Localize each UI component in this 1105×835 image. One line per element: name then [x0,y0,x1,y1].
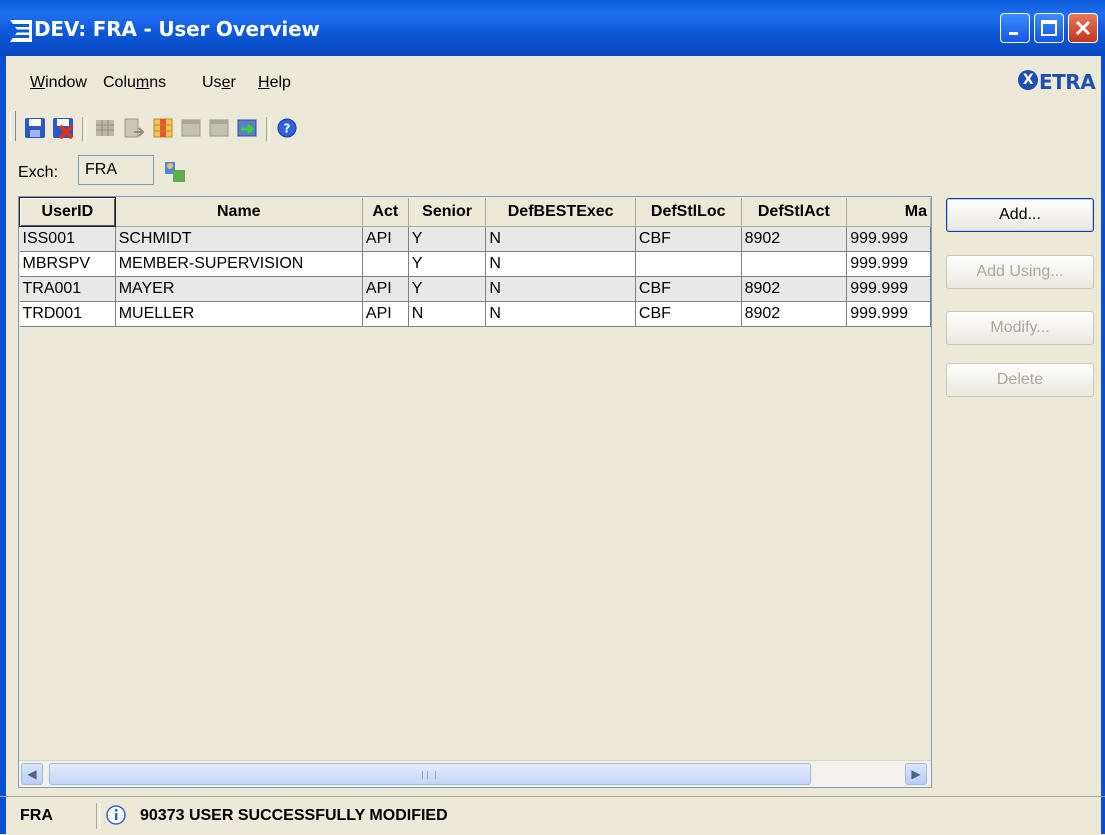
delete-button[interactable]: Delete [946,363,1094,397]
cell-senior: N [408,301,487,327]
status-separator [96,803,100,829]
cell-userid: ISS001 [19,226,116,252]
window-border-right [1101,56,1105,834]
menu-window[interactable]: Window [30,74,87,92]
close-button[interactable] [1068,13,1098,43]
refresh-icon[interactable] [236,117,258,139]
column-header-defbestexec[interactable]: DefBESTExec [485,197,636,227]
toolbar-separator [266,117,270,141]
column-header-ma[interactable]: Ma [846,197,931,227]
scroll-thumb[interactable] [49,763,811,785]
scroll-thumb-grip [422,771,436,779]
cell-act: API [362,276,409,302]
table-row[interactable]: TRD001 MUELLER API N N CBF 8902 999.999 [19,301,931,327]
cell-act: API [362,301,409,327]
window-icon[interactable] [208,117,230,139]
cell-ma: 999.999 [846,251,931,277]
cell-defbestexec: N [485,276,636,302]
save-icon[interactable] [24,117,46,139]
cell-defstlact: 8902 [741,276,848,302]
column-header-userid[interactable]: UserID [19,197,116,227]
cell-defbestexec: N [485,226,636,252]
maximize-button[interactable] [1034,13,1064,43]
save-close-icon[interactable] [52,117,74,139]
add-using-button[interactable]: Add Using... [946,255,1094,289]
status-message: 90373 USER SUCCESSFULLY MODIFIED [140,807,448,824]
column-header-defstlact[interactable]: DefStlAct [741,197,848,227]
grid-icon[interactable] [94,117,116,139]
cell-defstlloc [635,251,742,277]
help-icon[interactable]: ? [276,117,298,139]
cell-ma: 999.999 [846,226,931,252]
cell-name: MUELLER [115,301,363,327]
exchange-lookup-icon[interactable] [163,160,189,184]
title-bar[interactable]: DEV: FRA - User Overview [0,0,1105,56]
close-icon [1075,20,1091,36]
cell-userid: TRA001 [19,276,116,302]
cell-name: MAYER [115,276,363,302]
chevron-left-icon: ◀ [27,767,37,781]
cell-defbestexec: N [485,251,636,277]
exchange-field[interactable]: FRA [78,155,154,185]
user-grid: UserID Name Act Senior DefBESTExec DefSt… [19,197,931,327]
table-row[interactable]: TRA001 MAYER API Y N CBF 8902 999.999 [19,276,931,302]
column-header-act[interactable]: Act [362,197,409,227]
status-exchange: FRA [20,807,53,824]
status-bar: FRA 90373 USER SUCCESSFULLY MODIFIED [0,796,1105,835]
menu-help[interactable]: Help [258,74,291,92]
table-icon[interactable] [180,117,202,139]
chevron-right-icon: ▶ [911,767,921,781]
scroll-left-button[interactable]: ◀ [21,763,43,785]
table-row[interactable]: MBRSPV MEMBER-SUPERVISION Y N 999.999 [19,251,931,277]
scroll-right-button[interactable]: ▶ [905,763,927,785]
cell-senior: Y [408,226,487,252]
cell-defstlact: 8902 [741,226,848,252]
svg-text:?: ? [284,122,291,136]
cell-ma: 999.999 [846,301,931,327]
modify-button[interactable]: Modify... [946,311,1094,345]
cell-userid: MBRSPV [19,251,116,277]
cell-senior: Y [408,251,487,277]
column-header-name[interactable]: Name [115,197,363,227]
cell-defstlact [741,251,848,277]
xetra-x-icon: X [1018,70,1038,90]
exchange-label: Exch: [18,164,59,181]
info-icon [106,805,126,825]
minimize-button[interactable] [1000,13,1030,43]
cell-defstlact: 8902 [741,301,848,327]
window-title: DEV: FRA - User Overview [34,17,320,41]
document-arrow-icon[interactable] [122,117,144,139]
user-table[interactable]: UserID Name Act Senior DefBESTExec DefSt… [18,196,932,788]
menu-user[interactable]: User [202,74,236,92]
column-header-senior[interactable]: Senior [408,197,487,227]
cell-name: MEMBER-SUPERVISION [115,251,363,277]
window-border-left [0,56,6,834]
toolbar-grip[interactable] [10,111,16,141]
minimize-icon [1009,32,1018,35]
table-header-row: UserID Name Act Senior DefBESTExec DefSt… [19,197,931,227]
cell-name: SCHMIDT [115,226,363,252]
cell-userid: TRD001 [19,301,116,327]
table-row[interactable]: ISS001 SCHMIDT API Y N CBF 8902 999.999 [19,226,931,252]
cell-act: API [362,226,409,252]
columns-icon[interactable] [152,117,174,139]
toolbar-separator [82,117,86,141]
cell-ma: 999.999 [846,276,931,302]
brand-text: ETRA [1039,70,1096,94]
xetra-logo: X ETRA [1018,70,1096,94]
column-header-defstlloc[interactable]: DefStlLoc [635,197,742,227]
menu-bar: Window Columns User Help X ETRA [0,62,1105,102]
cell-act [362,251,409,277]
cell-senior: Y [408,276,487,302]
cell-defstlloc: CBF [635,226,742,252]
add-button[interactable]: Add... [946,198,1094,232]
menu-columns[interactable]: Columns [103,74,166,92]
cell-defbestexec: N [485,301,636,327]
maximize-icon [1041,20,1057,36]
toolbar: ? [0,105,1105,149]
cell-defstlloc: CBF [635,276,742,302]
cell-defstlloc: CBF [635,301,742,327]
horizontal-scrollbar[interactable]: ◀ ▶ [19,760,931,787]
